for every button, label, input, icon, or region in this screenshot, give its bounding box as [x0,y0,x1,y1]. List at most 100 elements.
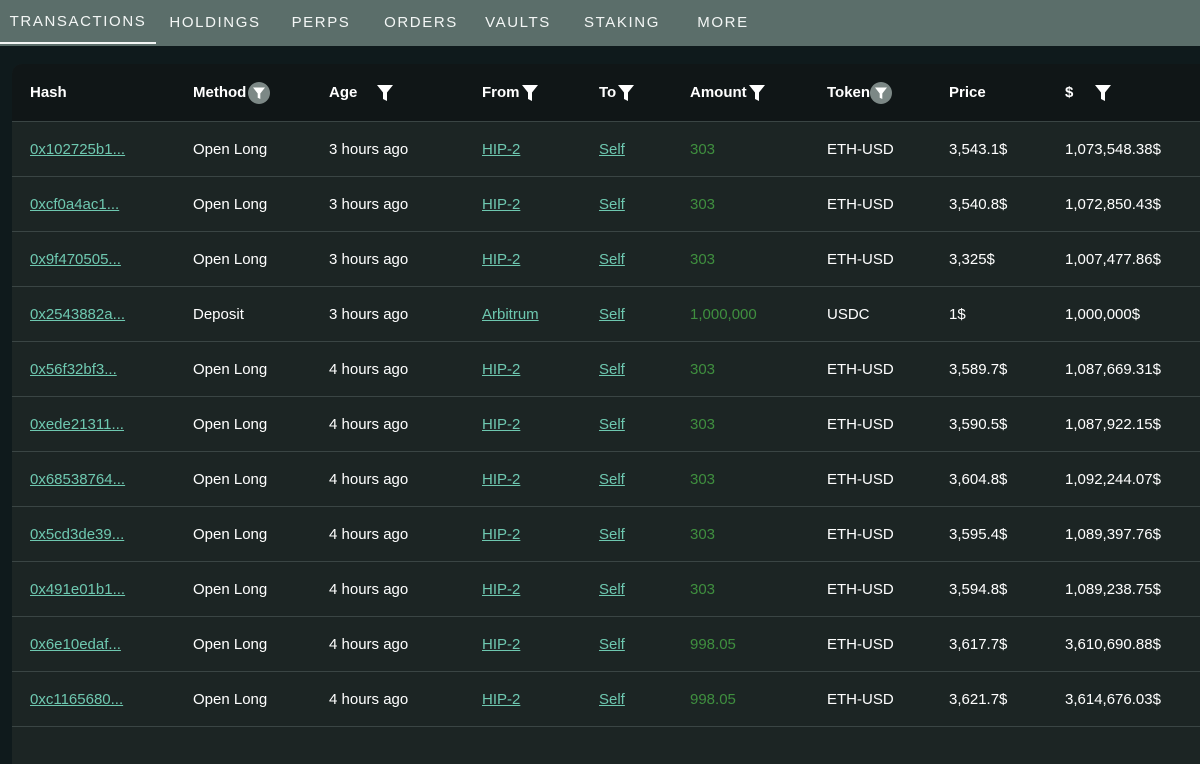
to-link[interactable]: Self [599,526,625,543]
tab-holdings[interactable]: HOLDINGS [156,0,274,44]
from-link[interactable]: HIP-2 [482,471,520,488]
age-cell: 3 hours ago [329,195,409,213]
method-cell: Open Long [193,342,267,396]
filter-icon[interactable] [748,84,765,102]
token-cell: ETH-USD [827,122,894,176]
tab-more[interactable]: MORE [682,0,764,44]
hash-link[interactable]: 0x68538764... [30,471,125,488]
usd-value-cell: 1,007,477.86$ [1065,232,1161,286]
column-header-amount: Amount [690,64,765,121]
from-link[interactable]: HIP-2 [482,141,520,158]
from-link[interactable]: HIP-2 [482,526,520,543]
method-cell: Open Long [193,470,268,488]
hash-link[interactable]: 0x102725b1... [30,141,125,158]
hash-link[interactable]: 0xcf0a4ac1... [30,196,119,213]
usd-value-cell: 1,087,669.31$ [1065,360,1161,378]
hash-cell: 0x2543882a... [30,287,125,341]
tab-orders[interactable]: ORDERS [368,0,474,44]
hash-link[interactable]: 0x2543882a... [30,306,125,323]
token-cell: ETH-USD [827,452,894,506]
to-link[interactable]: Self [599,196,625,213]
from-link[interactable]: HIP-2 [482,196,520,213]
to-cell: Self [599,452,625,506]
age-cell: 3 hours ago [329,140,409,158]
age-cell: 4 hours ago [329,507,408,561]
token-cell: ETH-USD [827,342,894,396]
usd-value-cell: 1,072,850.43$ [1065,195,1161,213]
to-cell: Self [599,672,625,726]
tab-vaults[interactable]: VAULTS [474,0,562,44]
amount-cell: 303 [690,525,716,543]
hash-link[interactable]: 0x491e01b1... [30,581,125,598]
usd-value-cell: 1,073,548.38$ [1065,122,1161,176]
from-link[interactable]: HIP-2 [482,416,520,433]
tab-perps[interactable]: PERPS [274,0,368,44]
method-cell: Open Long [193,177,267,231]
hash-link[interactable]: 0x9f470505... [30,251,121,268]
filter-icon[interactable] [377,84,394,102]
from-cell: HIP-2 [482,397,520,451]
method-cell: Open Long [193,635,268,653]
hash-cell: 0x6e10edaf... [30,617,121,671]
table-row: 0xcf0a4ac1... Open Long 3 hours ago HIP-2 Se… [12,177,1200,232]
to-cell: Self [599,177,625,231]
amount-cell: 303 [690,452,715,506]
tab-staking[interactable]: STAKING [562,0,682,44]
to-link[interactable]: Self [599,636,625,653]
price-cell: 3,594.8$ [949,580,1008,598]
amount-cell: 1,000,000 [690,305,757,323]
token-cell: ETH-USD [827,140,894,158]
price-cell: 3,540.8$ [949,177,1007,231]
column-header-method: Method [193,64,271,121]
method-cell: Open Long [193,690,268,708]
amount-cell: 303 [690,177,715,231]
to-cell: Self [599,562,625,616]
to-link[interactable]: Self [599,306,625,323]
hash-cell: 0x491e01b1... [30,562,125,616]
to-link[interactable]: Self [599,361,625,378]
price-cell: 3,590.5$ [949,397,1007,451]
token-cell: ETH-USD [827,635,894,653]
to-link[interactable]: Self [599,471,625,488]
column-label-from: From [482,84,520,101]
hash-cell: 0x5cd3de39... [30,507,124,561]
usd-value-cell: 1,007,477.86$ [1065,250,1161,268]
age-cell: 4 hours ago [329,635,409,653]
hash-link[interactable]: 0x56f32bf3... [30,361,117,378]
filter-icon[interactable] [1095,84,1112,102]
from-link[interactable]: HIP-2 [482,636,520,653]
table-row: 0x102725b1... Open Long 3 hours ago HIP-2 Se… [12,122,1200,177]
token-cell: ETH-USD [827,580,894,598]
price-cell: 3,604.8$ [949,452,1007,506]
hash-link[interactable]: 0xc1165680... [30,691,123,708]
hash-cell: 0xcf0a4ac1... [30,177,119,231]
filter-icon[interactable] [521,84,538,102]
price-cell: 3,617.7$ [949,617,1007,671]
column-label-usd: $ [1065,84,1074,101]
table-body: 0x102725b1... Open Long 3 hours ago HIP-2 Se… [12,122,1200,727]
age-cell: 3 hours ago [329,122,408,176]
hash-link[interactable]: 0x6e10edaf... [30,636,121,653]
to-link[interactable]: Self [599,141,625,158]
filter-icon[interactable] [618,84,635,102]
hash-link[interactable]: 0xede21311... [30,416,124,433]
from-link[interactable]: HIP-2 [482,251,520,268]
from-link[interactable]: Arbitrum [482,306,539,323]
transactions-table: Hash Method Age From To Amount Token Pri… [12,64,1200,764]
to-link[interactable]: Self [599,581,625,598]
column-label-amount: Amount [690,84,747,101]
filter-active-icon[interactable] [248,81,271,104]
amount-cell: 303 [690,397,715,451]
from-link[interactable]: HIP-2 [482,361,520,378]
tab-transactions[interactable]: TRANSACTIONS [0,0,156,44]
to-link[interactable]: Self [599,251,625,268]
to-link[interactable]: Self [599,691,625,708]
to-link[interactable]: Self [599,416,625,433]
from-link[interactable]: HIP-2 [482,581,520,598]
filter-active-icon[interactable] [870,81,893,104]
from-link[interactable]: HIP-2 [482,691,520,708]
age-cell: 3 hours ago [329,250,409,268]
usd-value-cell: 1,073,548.38$ [1065,140,1161,158]
hash-link[interactable]: 0x5cd3de39... [30,526,124,543]
amount-cell: 303 [690,562,715,616]
